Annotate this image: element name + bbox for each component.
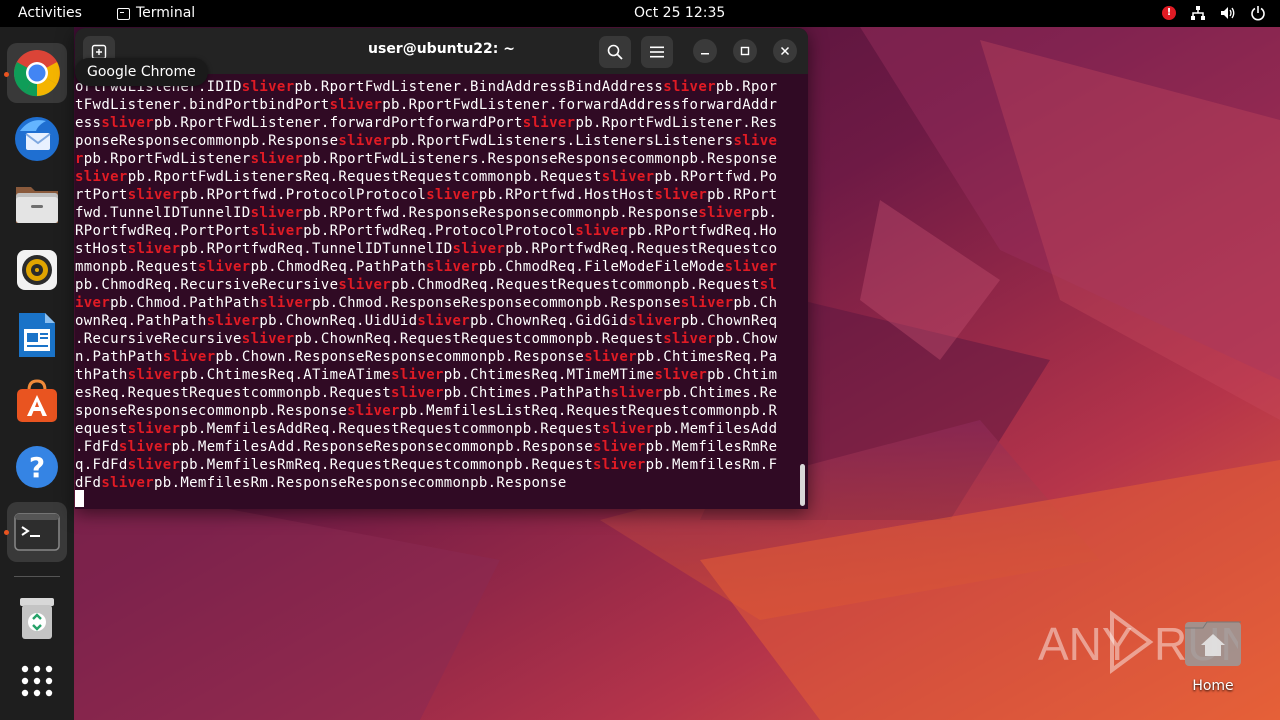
files-icon xyxy=(16,187,58,223)
terminal-line: ownReq.PathPathsliverpb.ChownReq.UidUids… xyxy=(75,313,778,329)
terminal-line: esssliverpb.RportFwdListener.forwardPort… xyxy=(75,115,778,131)
running-indicator xyxy=(4,72,9,77)
dock: ? xyxy=(0,27,74,720)
activities-button[interactable]: Activities xyxy=(18,5,82,22)
terminal-cursor xyxy=(75,490,84,507)
terminal-line: ponseResponsecommonpb.Responsesliverpb.R… xyxy=(75,133,778,149)
dock-item-terminal[interactable] xyxy=(7,502,67,562)
dock-item-writer[interactable] xyxy=(7,305,67,365)
home-folder-label[interactable]: Home xyxy=(1173,678,1253,694)
rhythmbox-icon xyxy=(17,250,57,290)
app-menu-label: Terminal xyxy=(136,5,196,21)
terminal-line: tFwdListener.bindPortbindPortsliverpb.Rp… xyxy=(75,97,778,113)
terminal-window[interactable]: user@ubuntu22: ~ ortFwdListener.IDIDsliv… xyxy=(75,28,808,509)
dock-item-rhythmbox[interactable] xyxy=(7,240,67,300)
svg-text:?: ? xyxy=(29,451,45,484)
terminal-line: sliverpb.RportFwdListenersReq.RequestReq… xyxy=(75,169,778,185)
terminal-icon xyxy=(14,513,60,551)
terminal-line: thPathsliverpb.ChtimesReq.ATimeATimesliv… xyxy=(75,367,778,383)
terminal-line: pb.ChmodReq.RecursiveRecursivesliverpb.C… xyxy=(75,277,778,293)
close-button[interactable] xyxy=(773,39,797,63)
clock[interactable]: Oct 25 12:35 xyxy=(634,5,725,22)
terminal-line: rpb.RportFwdListenersliverpb.RportFwdLis… xyxy=(75,151,778,167)
terminal-line: n.PathPathsliverpb.Chown.ResponseRespons… xyxy=(75,349,778,365)
search-button[interactable] xyxy=(599,36,631,68)
network-icon[interactable] xyxy=(1190,5,1206,21)
terminal-line: RPortfwdReq.PortPortsliverpb.RPortfwdReq… xyxy=(75,223,778,239)
top-bar: Activities Terminal Oct 25 12:35 ! xyxy=(0,0,1280,27)
terminal-line: iverpb.Chmod.PathPathsliverpb.Chmod.Resp… xyxy=(75,295,778,311)
power-icon[interactable] xyxy=(1250,5,1266,21)
close-icon xyxy=(780,46,790,56)
terminal-line: fwd.TunnelIDTunnelIDsliverpb.RPortfwd.Re… xyxy=(75,205,778,221)
terminal-line: equestsliverpb.MemfilesAddReq.RequestReq… xyxy=(75,421,778,437)
dock-item-files[interactable] xyxy=(7,174,67,234)
trash-icon xyxy=(20,598,54,639)
thunderbird-icon xyxy=(15,117,59,161)
terminal-line: rtPortsliverpb.RPortfwd.ProtocolProtocol… xyxy=(75,187,778,203)
minimize-icon xyxy=(701,53,709,55)
terminal-line: stHostsliverpb.RPortfwdReq.TunnelIDTunne… xyxy=(75,241,778,257)
menu-button[interactable] xyxy=(641,36,673,68)
terminal-line: .FdFdsliverpb.MemfilesAdd.ResponseRespon… xyxy=(75,439,778,455)
dock-item-thunderbird[interactable] xyxy=(7,108,67,168)
help-icon: ? xyxy=(16,446,58,488)
terminal-line: mmonpb.Requestsliverpb.ChmodReq.PathPath… xyxy=(75,259,778,275)
search-icon xyxy=(607,44,623,60)
dock-separator xyxy=(14,576,60,577)
dock-item-ubuntu-software[interactable] xyxy=(7,371,67,431)
hamburger-menu-icon xyxy=(650,46,664,58)
dock-item-help[interactable]: ? xyxy=(7,437,67,497)
alert-badge-icon[interactable]: ! xyxy=(1162,6,1176,20)
home-folder-icon[interactable] xyxy=(1183,618,1243,668)
terminal-scrollbar[interactable] xyxy=(800,464,805,506)
running-indicator xyxy=(4,530,9,535)
terminal-line: q.FdFdsliverpb.MemfilesRmReq.RequestRequ… xyxy=(75,457,778,473)
terminal-output[interactable]: ortFwdListener.IDIDsliverpb.RportFwdList… xyxy=(75,78,797,492)
terminal-line: .RecursiveRecursivesliverpb.ChownReq.Req… xyxy=(75,331,778,347)
terminal-line: dFdsliverpb.MemfilesRm.ResponseResponsec… xyxy=(75,475,567,491)
system-tray[interactable]: ! xyxy=(1162,5,1266,21)
terminal-output-area[interactable]: ortFwdListener.IDIDsliverpb.RportFwdList… xyxy=(75,76,808,509)
app-menu-terminal[interactable]: Terminal xyxy=(117,5,195,22)
ubuntu-software-icon xyxy=(17,379,57,422)
minimize-button[interactable] xyxy=(693,39,717,63)
watermark-text-left: ANY xyxy=(1038,618,1133,670)
terminal-line: esReq.RequestRequestcommonpb.Requestsliv… xyxy=(75,385,778,401)
terminal-app-icon xyxy=(117,7,130,20)
show-applications-button[interactable] xyxy=(7,651,67,711)
dock-item-chrome[interactable] xyxy=(7,43,67,103)
volume-icon[interactable] xyxy=(1220,5,1236,21)
chrome-icon xyxy=(13,50,60,97)
dock-tooltip: Google Chrome xyxy=(75,58,208,86)
writer-icon xyxy=(19,313,55,357)
maximize-button[interactable] xyxy=(733,39,757,63)
terminal-line: sponseResponsecommonpb.Responsesliverpb.… xyxy=(75,403,778,419)
app-grid-icon xyxy=(21,665,53,697)
dock-item-trash[interactable] xyxy=(7,588,67,648)
maximize-icon xyxy=(740,46,750,56)
